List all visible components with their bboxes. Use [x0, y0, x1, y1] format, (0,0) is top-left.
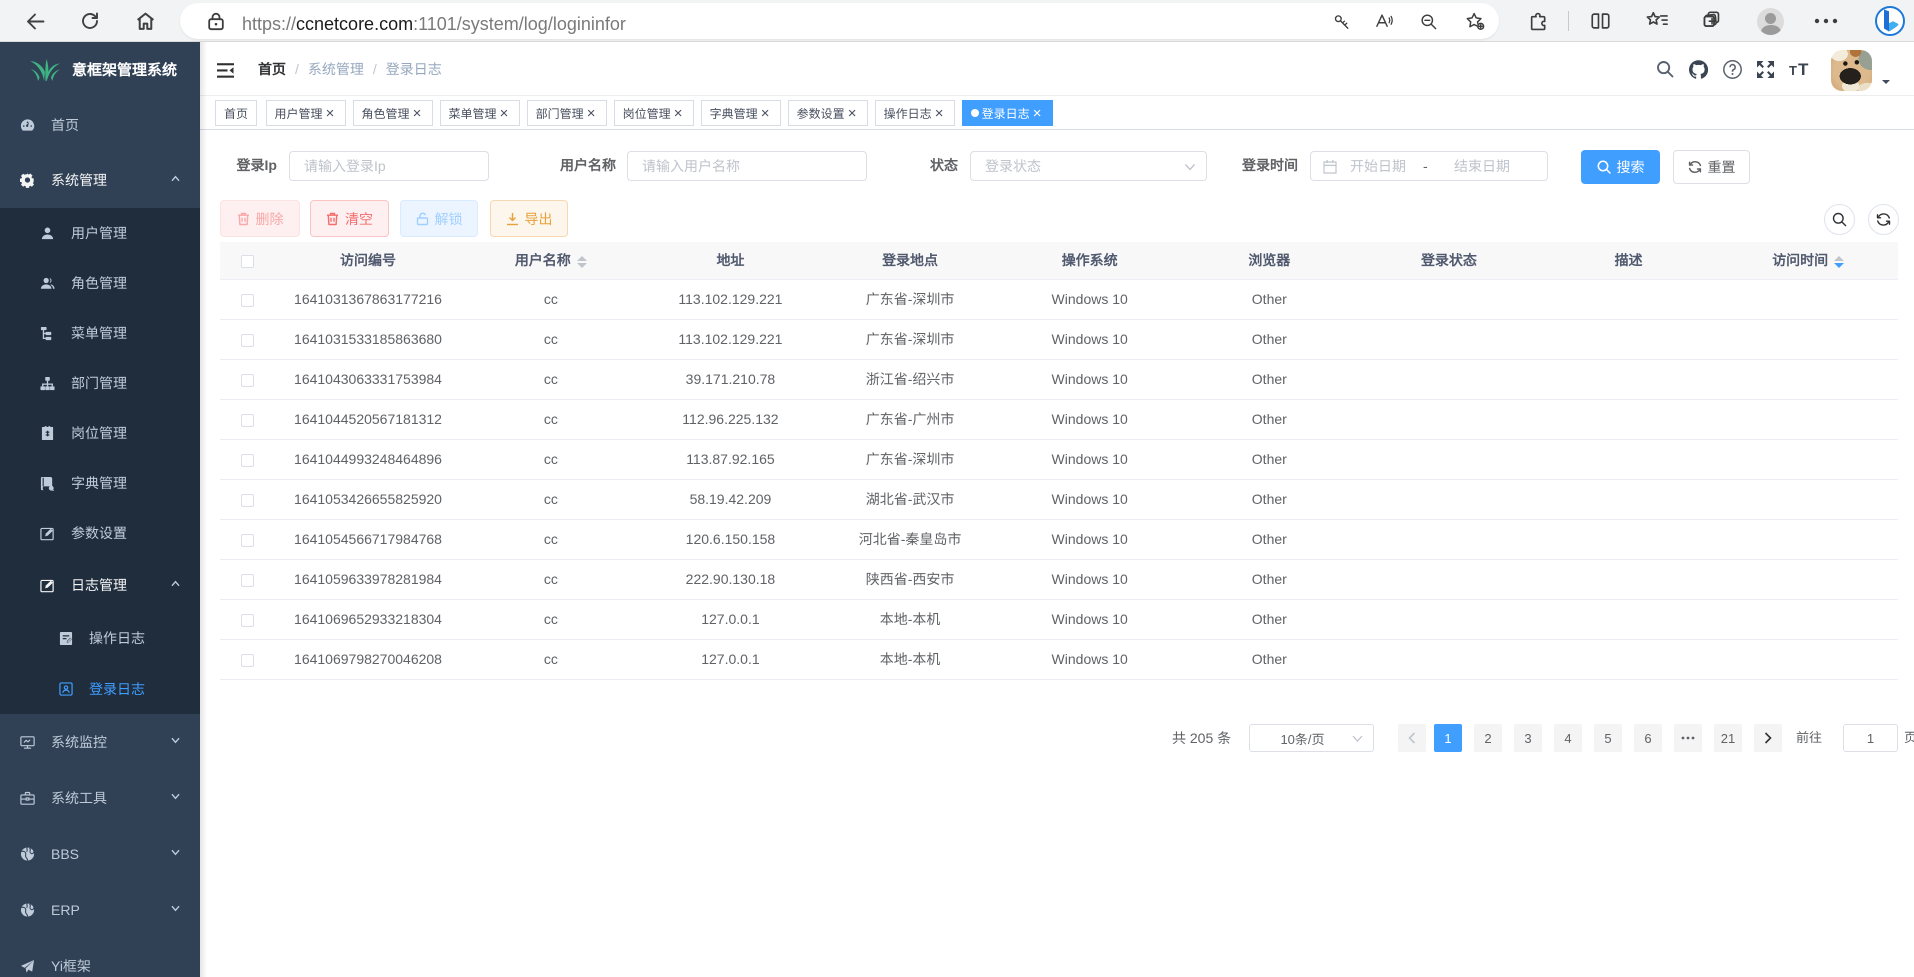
- svg-text:T: T: [1789, 63, 1797, 78]
- svg-text:T: T: [1798, 61, 1809, 78]
